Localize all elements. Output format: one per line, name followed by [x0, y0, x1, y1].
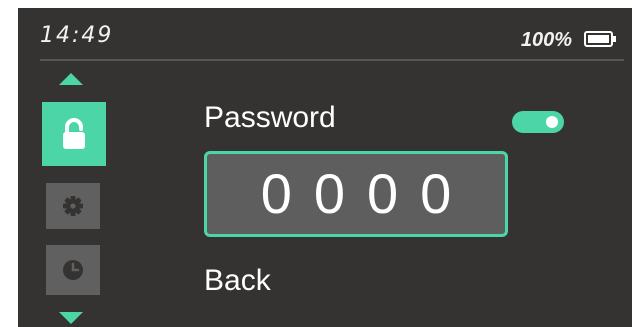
pin-digit-4[interactable]: 0	[420, 164, 451, 224]
pin-digit-1[interactable]: 0	[261, 164, 292, 224]
status-divider	[40, 59, 624, 61]
lock-icon	[63, 118, 85, 149]
battery-percentage: 100%	[520, 29, 572, 51]
clock-icon	[63, 260, 83, 280]
password-toggle[interactable]	[512, 111, 564, 133]
scroll-down-arrow-icon[interactable]	[59, 312, 83, 324]
pin-digit-2[interactable]: 0	[314, 164, 345, 224]
back-button[interactable]: Back	[204, 264, 271, 298]
gear-icon	[63, 196, 83, 216]
status-bar: 14:49 100%	[18, 8, 632, 58]
toggle-knob	[546, 116, 558, 128]
scroll-up-arrow-icon[interactable]	[59, 73, 83, 85]
pin-digit-3[interactable]: 0	[367, 164, 398, 224]
battery-icon	[584, 31, 616, 47]
side-menu	[40, 66, 106, 327]
menu-item-lock[interactable]	[42, 102, 106, 166]
password-label: Password	[204, 101, 336, 134]
pin-entry-field[interactable]: 0 0 0 0	[204, 151, 508, 237]
menu-item-settings[interactable]	[46, 183, 100, 229]
menu-item-clock[interactable]	[46, 245, 100, 295]
time-display: 14:49	[40, 23, 114, 48]
device-screen: 14:49 100% Password 0 0 0 0 Back	[18, 8, 632, 327]
